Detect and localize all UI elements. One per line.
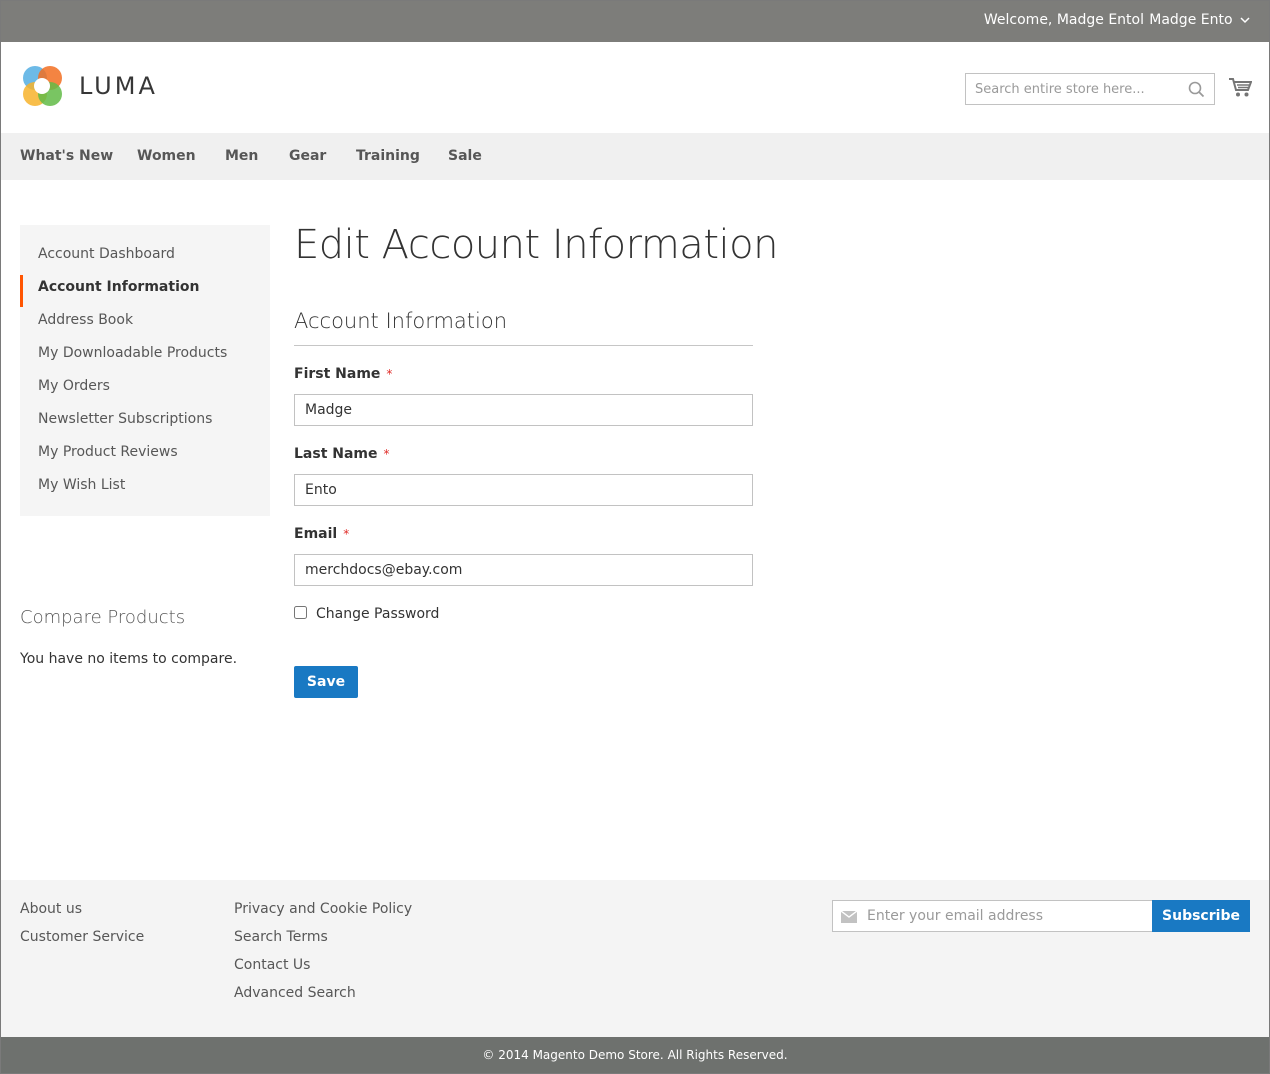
save-button[interactable]: Save	[294, 666, 358, 698]
compare-empty-message: You have no items to compare.	[20, 651, 238, 667]
nav-item-gear[interactable]: Gear	[289, 148, 326, 164]
sidebar-item-wish-list[interactable]: My Wish List	[20, 474, 270, 507]
sidebar-item-address-book[interactable]: Address Book	[20, 309, 270, 342]
compare-products-title: Compare Products	[20, 607, 186, 628]
chevron-down-icon	[1240, 17, 1250, 24]
top-panel: Welcome, Madge Entol Madge Ento	[0, 0, 1270, 42]
required-mark: *	[383, 447, 390, 461]
change-password-option: Change Password	[294, 606, 439, 622]
last-name-field[interactable]	[294, 474, 753, 506]
footer-link-advanced-search[interactable]: Advanced Search	[234, 985, 356, 1001]
newsletter-email-input[interactable]	[867, 901, 1149, 931]
account-name: Madge Ento	[1149, 12, 1233, 28]
sidebar-item-downloadable-products[interactable]: My Downloadable Products	[20, 342, 270, 375]
first-name-label-text: First Name	[294, 366, 381, 382]
email-label-text: Email	[294, 526, 338, 542]
email-field[interactable]	[294, 554, 753, 586]
nav-item-women[interactable]: Women	[137, 148, 196, 164]
search-box	[965, 73, 1215, 105]
fieldset-legend: Account Information	[294, 309, 753, 346]
nav-item-sale[interactable]: Sale	[448, 148, 482, 164]
required-mark: *	[343, 527, 350, 541]
nav-item-men[interactable]: Men	[225, 148, 258, 164]
copyright-text: © 2014 Magento Demo Store. All Rights Re…	[482, 1048, 788, 1062]
cart-icon[interactable]	[1228, 76, 1252, 98]
account-sidebar-nav: Account Dashboard Account Information Ad…	[20, 225, 270, 516]
last-name-label: Last Name *	[294, 446, 390, 462]
footer-link-customer-service[interactable]: Customer Service	[20, 929, 144, 945]
sidebar-item-newsletter-subscriptions[interactable]: Newsletter Subscriptions	[20, 408, 270, 441]
account-menu[interactable]: Madge Ento	[1149, 12, 1250, 28]
sidebar-item-product-reviews[interactable]: My Product Reviews	[20, 441, 270, 474]
footer-link-contact-us[interactable]: Contact Us	[234, 957, 310, 973]
first-name-label: First Name *	[294, 366, 392, 382]
change-password-label: Change Password	[316, 606, 440, 622]
last-name-label-text: Last Name	[294, 446, 378, 462]
logo-text: LUMA	[79, 72, 158, 100]
luma-logo-icon	[23, 66, 62, 106]
nav-item-whats-new[interactable]: What's New	[20, 148, 113, 164]
footer: About us Customer Service Privacy and Co…	[0, 880, 1270, 1037]
sidebar-item-my-orders[interactable]: My Orders	[20, 375, 270, 408]
sidebar-item-account-dashboard[interactable]: Account Dashboard	[20, 243, 270, 276]
search-icon[interactable]	[1188, 81, 1205, 98]
subscribe-button[interactable]: Subscribe	[1152, 900, 1250, 932]
email-label: Email *	[294, 526, 349, 542]
search-input[interactable]	[966, 74, 1176, 104]
main-navigation: What's New Women Men Gear Training Sale	[0, 133, 1270, 180]
page-title: Edit Account Information	[294, 222, 778, 268]
required-mark: *	[386, 367, 393, 381]
first-name-field[interactable]	[294, 394, 753, 426]
welcome-message: Welcome, Madge Entol	[983, 12, 1144, 28]
footer-link-about-us[interactable]: About us	[20, 901, 82, 917]
change-password-checkbox[interactable]	[294, 606, 307, 619]
copyright-bar: © 2014 Magento Demo Store. All Rights Re…	[0, 1037, 1270, 1074]
footer-link-search-terms[interactable]: Search Terms	[234, 929, 328, 945]
footer-link-privacy-policy[interactable]: Privacy and Cookie Policy	[234, 901, 412, 917]
sidebar-item-account-information: Account Information	[20, 275, 270, 309]
envelope-icon	[841, 911, 857, 923]
newsletter-field	[832, 900, 1153, 932]
header: LUMA	[0, 42, 1270, 133]
nav-item-training[interactable]: Training	[356, 148, 420, 164]
